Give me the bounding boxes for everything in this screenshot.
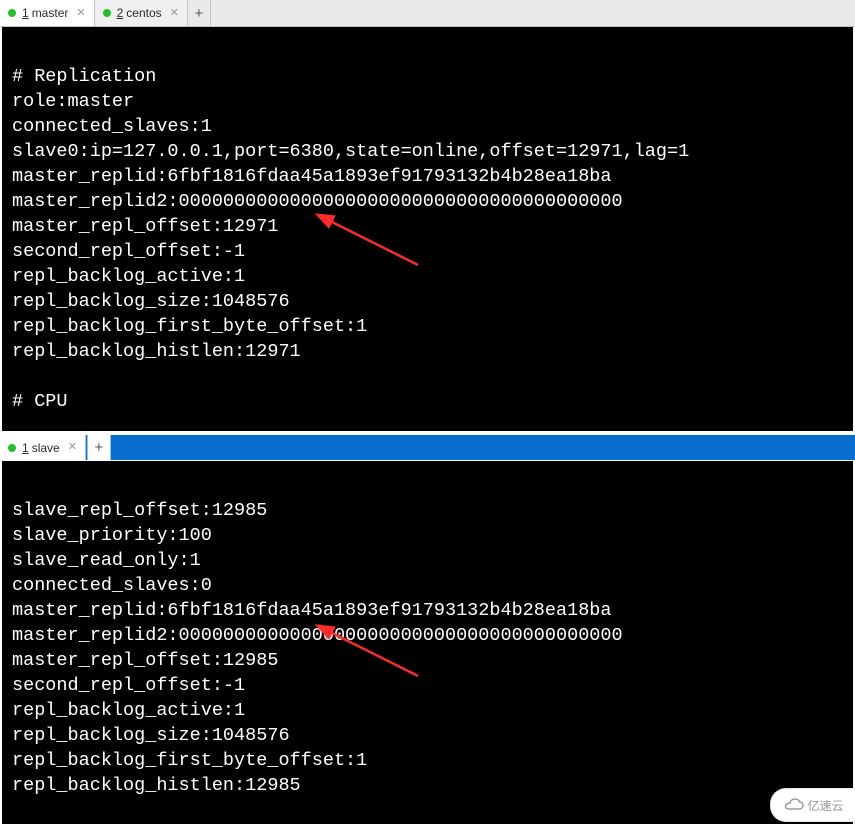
close-icon[interactable]: ✕ [170, 8, 179, 19]
terminal-line: repl_backlog_histlen:12985 [12, 775, 301, 796]
terminal-line: # Replication [12, 66, 156, 87]
terminal-line: master_replid2:0000000000000000000000000… [12, 191, 623, 212]
top-terminal[interactable]: # Replication role:master connected_slav… [2, 27, 853, 431]
status-dot-icon [8, 444, 16, 452]
watermark-text: 亿速云 [807, 797, 843, 814]
add-tab-button[interactable]: + [87, 435, 111, 460]
terminal-line: slave_priority:100 [12, 525, 212, 546]
terminal-line: connected_slaves:0 [12, 575, 212, 596]
terminal-line: master_replid2:0000000000000000000000000… [12, 625, 623, 646]
tab-master[interactable]: 1master ✕ [0, 0, 95, 26]
tab-slave[interactable]: 1slave ✕ [0, 435, 86, 460]
bottom-terminal[interactable]: slave_repl_offset:12985 slave_priority:1… [2, 461, 853, 824]
terminal-line: repl_backlog_first_byte_offset:1 [12, 316, 367, 337]
terminal-line: connected_slaves:1 [12, 116, 212, 137]
terminal-line: # CPU [12, 391, 68, 412]
tab-label: 2centos [117, 6, 162, 20]
close-icon[interactable]: ✕ [68, 442, 77, 453]
terminal-line: master_replid:6fbf1816fdaa45a1893ef91793… [12, 166, 612, 187]
top-terminal-pane: 1master ✕ 2centos ✕ + # Replication role… [0, 0, 855, 433]
terminal-line: repl_backlog_active:1 [12, 266, 245, 287]
terminal-line: slave_repl_offset:12985 [12, 500, 267, 521]
watermark-badge: 亿速云 [770, 788, 855, 822]
terminal-line: slave_read_only:1 [12, 550, 201, 571]
close-icon[interactable]: ✕ [76, 8, 85, 19]
terminal-line: role:master [12, 91, 134, 112]
add-tab-button[interactable]: + [188, 0, 211, 26]
bottom-terminal-pane: 1slave ✕ + slave_repl_offset:12985 slave… [0, 435, 855, 826]
tab-centos[interactable]: 2centos ✕ [95, 0, 188, 26]
terminal-line: second_repl_offset:-1 [12, 675, 245, 696]
terminal-line: slave0:ip=127.0.0.1,port=6380,state=onli… [12, 141, 689, 162]
cloud-icon [782, 797, 804, 813]
status-dot-icon [8, 9, 16, 17]
tab-label: 1master [22, 6, 68, 20]
terminal-line: repl_backlog_size:1048576 [12, 291, 290, 312]
terminal-line: repl_backlog_histlen:12971 [12, 341, 301, 362]
terminal-line: master_replid:6fbf1816fdaa45a1893ef91793… [12, 600, 612, 621]
bottom-tabbar: 1slave ✕ + [0, 435, 855, 460]
tab-label: 1slave [22, 441, 60, 455]
terminal-line: repl_backlog_size:1048576 [12, 725, 290, 746]
top-tabbar: 1master ✕ 2centos ✕ + [0, 0, 855, 27]
terminal-line: repl_backlog_first_byte_offset:1 [12, 750, 367, 771]
status-dot-icon [103, 9, 111, 17]
terminal-line: repl_backlog_active:1 [12, 700, 245, 721]
terminal-line: master_repl_offset:12985 [12, 650, 278, 671]
terminal-line: master_repl_offset:12971 [12, 216, 278, 237]
terminal-line: second_repl_offset:-1 [12, 241, 245, 262]
